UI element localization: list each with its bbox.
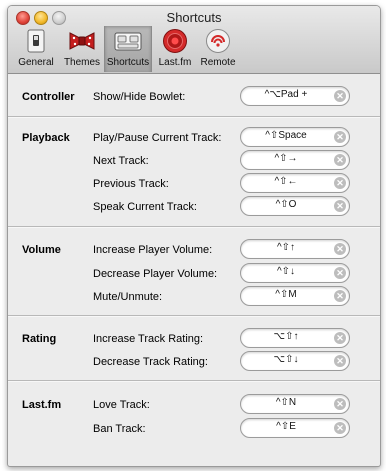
shortcut-value: ^⇧N	[275, 397, 297, 408]
clear-shortcut-icon[interactable]: ✕	[334, 243, 346, 255]
clear-shortcut-icon[interactable]: ✕	[334, 177, 346, 189]
group-divider	[8, 380, 380, 382]
toolbar-lastfm-label: Last.fm	[158, 57, 192, 68]
toolbar-general-label: General	[18, 57, 54, 68]
shortcut-field-speak-track[interactable]: ^⇧O ✕	[240, 196, 350, 216]
clear-shortcut-icon[interactable]: ✕	[334, 131, 346, 143]
shortcut-label: Previous Track:	[93, 178, 169, 190]
group-title-controller: Controller	[22, 91, 75, 103]
clear-shortcut-icon[interactable]: ✕	[334, 154, 346, 166]
shortcut-label: Increase Track Rating:	[93, 333, 204, 345]
shortcut-value: ^⌥Pad +	[264, 89, 308, 100]
group-divider	[8, 226, 380, 228]
group-divider	[8, 315, 380, 317]
shortcut-field-mute[interactable]: ^⇧M ✕	[240, 286, 350, 306]
shortcut-field-decrease-rating[interactable]: ⌥⇧↓ ✕	[240, 351, 350, 371]
shortcut-field-show-hide-bowlet[interactable]: ^⌥Pad + ✕	[240, 86, 350, 106]
preferences-window: Shortcuts General Themes Shortcuts Last.…	[7, 5, 381, 467]
toolbar-remote-label: Remote	[200, 57, 236, 68]
shortcut-label: Play/Pause Current Track:	[93, 132, 222, 144]
shortcut-label: Ban Track:	[93, 423, 146, 435]
bowtie-icon	[68, 28, 96, 54]
shortcut-value: ^⇧←	[274, 176, 298, 187]
clear-shortcut-icon[interactable]: ✕	[334, 332, 346, 344]
shortcut-field-ban-track[interactable]: ^⇧E ✕	[240, 418, 350, 438]
toolbar-themes[interactable]: Themes	[58, 26, 106, 72]
switch-icon	[22, 28, 50, 54]
shortcut-field-next-track[interactable]: ^⇧→ ✕	[240, 150, 350, 170]
shortcut-value: ^⇧E	[276, 421, 296, 432]
shortcut-label: Love Track:	[93, 399, 150, 411]
shortcut-label: Decrease Player Volume:	[93, 268, 218, 280]
toolbar-lastfm[interactable]: Last.fm	[151, 26, 199, 72]
title-bar: Shortcuts General Themes Shortcuts Last.…	[8, 6, 380, 74]
keyboard-icon	[114, 28, 142, 54]
shortcut-field-decrease-volume[interactable]: ^⇧↓ ✕	[240, 263, 350, 283]
group-title-lastfm: Last.fm	[22, 399, 62, 411]
shortcut-label: Show/Hide Bowlet:	[93, 91, 186, 103]
shortcut-field-love-track[interactable]: ^⇧N ✕	[240, 394, 350, 414]
toolbar-general[interactable]: General	[12, 26, 60, 72]
shortcut-label: Decrease Track Rating:	[93, 356, 208, 368]
shortcut-value: ⌥⇧↑	[273, 331, 299, 342]
toolbar-shortcuts[interactable]: Shortcuts	[104, 26, 152, 72]
shortcut-value: ^⇧O	[275, 199, 297, 210]
shortcut-label: Mute/Unmute:	[93, 291, 163, 303]
shortcut-label: Next Track:	[93, 155, 149, 167]
shortcut-value: ^⇧→	[274, 153, 298, 164]
group-divider	[8, 116, 380, 118]
shortcut-field-increase-rating[interactable]: ⌥⇧↑ ✕	[240, 328, 350, 348]
group-title-volume: Volume	[22, 244, 61, 256]
clear-shortcut-icon[interactable]: ✕	[334, 267, 346, 279]
shortcut-field-previous-track[interactable]: ^⇧← ✕	[240, 173, 350, 193]
shortcut-value: ⌥⇧↓	[273, 354, 299, 365]
clear-shortcut-icon[interactable]: ✕	[334, 290, 346, 302]
shortcut-label: Speak Current Track:	[93, 201, 197, 213]
toolbar-remote[interactable]: Remote	[194, 26, 242, 72]
shortcut-field-increase-volume[interactable]: ^⇧↑ ✕	[240, 239, 350, 259]
shortcut-value: ^⇧↓	[276, 266, 296, 277]
clear-shortcut-icon[interactable]: ✕	[334, 90, 346, 102]
clear-shortcut-icon[interactable]: ✕	[334, 398, 346, 410]
group-title-rating: Rating	[22, 333, 57, 345]
shortcut-value: ^⇧Space	[265, 130, 307, 141]
clear-shortcut-icon[interactable]: ✕	[334, 422, 346, 434]
shortcut-field-play-pause[interactable]: ^⇧Space ✕	[240, 127, 350, 147]
lastfm-icon	[161, 28, 189, 54]
toolbar-themes-label: Themes	[63, 57, 101, 68]
window-title: Shortcuts	[166, 10, 222, 25]
group-title-playback: Playback	[22, 132, 70, 144]
clear-shortcut-icon[interactable]: ✕	[334, 200, 346, 212]
shortcut-label: Increase Player Volume:	[93, 244, 213, 256]
remote-icon	[204, 28, 232, 54]
shortcut-value: ^⇧↑	[276, 242, 296, 253]
toolbar-shortcuts-label: Shortcuts	[106, 57, 150, 68]
clear-shortcut-icon[interactable]: ✕	[334, 355, 346, 367]
shortcut-value: ^⇧M	[275, 289, 297, 300]
